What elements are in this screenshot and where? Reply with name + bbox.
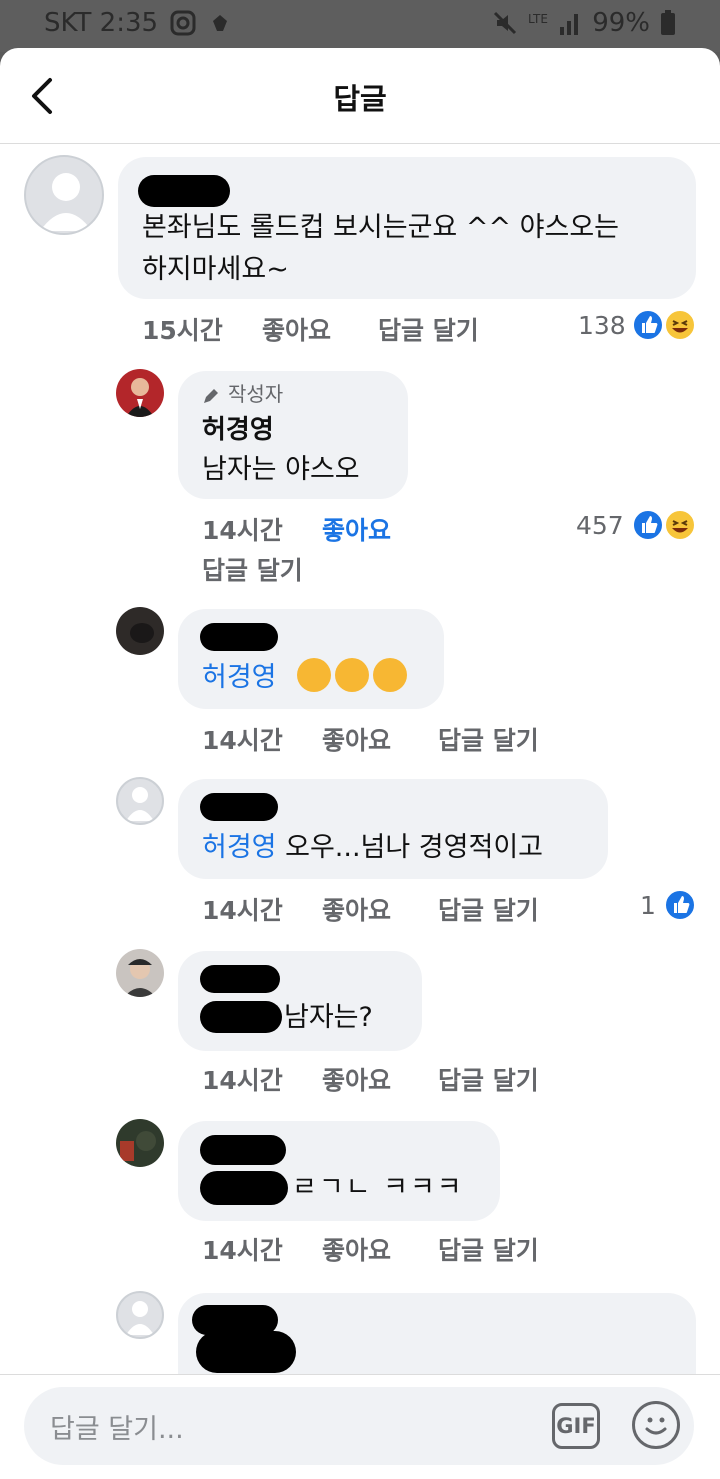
- reply-button[interactable]: 답글 달기: [438, 721, 539, 757]
- reaction-count[interactable]: 457: [576, 511, 624, 540]
- default-user-icon: [40, 173, 92, 231]
- like-button[interactable]: 좋아요: [262, 311, 331, 347]
- like-reaction-icon: [664, 889, 696, 921]
- reply-button[interactable]: 답글 달기: [438, 891, 539, 927]
- author-pen-icon: [204, 389, 218, 403]
- instagram-icon: [170, 10, 196, 36]
- like-button[interactable]: 좋아요: [322, 511, 391, 547]
- mute-icon: [494, 11, 517, 35]
- like-button[interactable]: 좋아요: [322, 891, 391, 927]
- redacted-name: [200, 793, 278, 821]
- emoji-button[interactable]: [632, 1401, 680, 1449]
- timestamp: 14시간: [202, 1236, 283, 1265]
- battery-icon: [661, 10, 675, 35]
- like-reaction-icon: [632, 509, 664, 541]
- carrier-time: SKT 2:35: [44, 8, 159, 38]
- avatar[interactable]: [116, 1291, 164, 1339]
- svg-text:LTE: LTE: [528, 12, 548, 26]
- like-button[interactable]: 좋아요: [322, 1231, 391, 1267]
- user-photo-icon: [130, 623, 154, 643]
- gif-button[interactable]: GIF: [552, 1403, 600, 1449]
- redacted-name: [200, 623, 278, 651]
- reply-button[interactable]: 답글 달기: [202, 551, 303, 587]
- avatar[interactable]: [116, 1119, 164, 1167]
- comment-text: ㄹㄱㄴ ㅋㅋㅋ: [292, 1172, 464, 1203]
- mention-link[interactable]: 허경영: [202, 662, 277, 693]
- author-tag: 작성자: [228, 382, 284, 406]
- redacted-mention: [200, 1001, 282, 1033]
- rofl-emoji-icon: [373, 658, 408, 692]
- reaction-count[interactable]: 138: [578, 311, 626, 340]
- redacted-mention: [200, 1171, 288, 1205]
- like-reaction-icon: [632, 309, 664, 341]
- comment-text: 남자는?: [284, 1002, 373, 1033]
- rofl-emoji-icon: [335, 658, 370, 692]
- like-button[interactable]: 좋아요: [322, 721, 391, 757]
- rofl-emoji-icon: [297, 658, 332, 692]
- reply-composer: 답글 달기... GIF: [0, 1374, 720, 1479]
- mention-link[interactable]: 허경영: [202, 832, 277, 863]
- battery-percent: 99%: [592, 8, 650, 38]
- comment-text: 남자는 야스오: [202, 454, 360, 485]
- avatar[interactable]: [116, 949, 164, 997]
- comment-text-line: 하지마세요~: [142, 254, 289, 285]
- timestamp: 14시간: [202, 896, 283, 925]
- user-photo-icon: [124, 959, 156, 997]
- header: 답글: [0, 48, 720, 144]
- status-bar: SKT 2:35 LTE 99%: [0, 0, 720, 52]
- redacted-name: [200, 1135, 286, 1165]
- avatar[interactable]: [24, 155, 104, 235]
- page-title: 답글: [333, 82, 387, 116]
- reply-button[interactable]: 답글 달기: [378, 311, 479, 347]
- smiley-icon: [645, 1417, 667, 1435]
- author-avatar[interactable]: [116, 369, 164, 417]
- default-user-icon: [126, 1301, 154, 1335]
- redacted-name: [200, 965, 280, 993]
- author-photo-icon: [126, 378, 154, 417]
- reply-button[interactable]: 답글 달기: [438, 1231, 539, 1267]
- redacted-name: [138, 175, 230, 207]
- reply-input[interactable]: 답글 달기... GIF: [24, 1387, 694, 1465]
- comment-text: 허경영: [202, 657, 411, 699]
- timestamp: 14시간: [202, 516, 283, 545]
- redacted-text: [196, 1331, 296, 1373]
- like-button[interactable]: 좋아요: [322, 1061, 391, 1097]
- comment-feed[interactable]: 본좌님도 롤드컵 보시는군요 ^^ 야스오는 하지마세요~ 15시간 좋아요 답…: [0, 145, 720, 1375]
- avatar[interactable]: [116, 777, 164, 825]
- avatar[interactable]: [116, 607, 164, 655]
- timestamp: 15시간: [142, 316, 223, 345]
- haha-reaction-icon: [664, 509, 696, 541]
- user-photo-icon: [120, 1131, 156, 1161]
- lte-signal-icon: LTE: [528, 12, 579, 35]
- comment-text: 허경영 오우...넘나 경영적이고: [202, 827, 543, 869]
- comment-text-line: 본좌님도 롤드컵 보시는군요 ^^ 야스오는: [142, 212, 620, 243]
- notification-icon: [213, 15, 228, 31]
- reaction-count[interactable]: 1: [640, 891, 656, 920]
- default-user-icon: [126, 787, 154, 821]
- author-name[interactable]: 허경영: [202, 409, 274, 451]
- reply-button[interactable]: 답글 달기: [438, 1061, 539, 1097]
- timestamp: 14시간: [202, 726, 283, 755]
- replies-sheet: 답글 본좌님도 롤드컵 보시는군요 ^^ 야스오는 하지마세요~ 15시간 좋아…: [0, 48, 720, 1479]
- reply-placeholder: 답글 달기...: [50, 1414, 184, 1445]
- comment-body: 오우...넘나 경영적이고: [276, 832, 544, 863]
- haha-reaction-icon: [664, 309, 696, 341]
- timestamp: 14시간: [202, 1066, 283, 1095]
